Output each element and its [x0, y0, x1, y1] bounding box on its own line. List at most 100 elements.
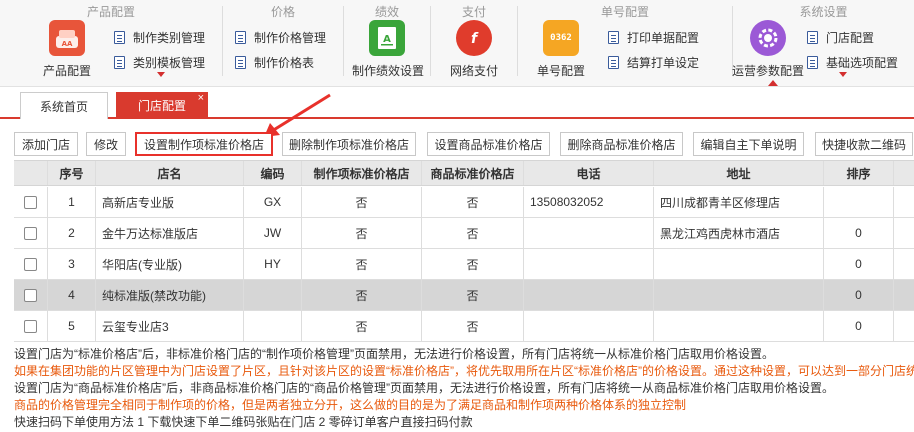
cell-goods-std: 否	[422, 311, 524, 341]
cell-goods-std: 否	[422, 249, 524, 279]
table-row[interactable]: 3 华阳店(专业版) HY 否否 0	[14, 249, 914, 280]
cell-no: 4	[48, 280, 96, 310]
tab-store-config[interactable]: 门店配置 ×	[116, 92, 208, 119]
cell-phone	[524, 218, 654, 248]
checkout-print-setting-button[interactable]: 结算打单设定	[608, 53, 699, 71]
ribbon-group-title: 支付	[461, 5, 486, 19]
column-header-code: 编码	[244, 161, 302, 185]
cell-make-std: 否	[302, 218, 422, 248]
column-header-goods-std: 商品标准价格店	[422, 161, 524, 185]
cell-sort: 0	[824, 249, 894, 279]
cell-code	[244, 311, 302, 341]
cell-code: GX	[244, 187, 302, 217]
cell-sort	[824, 187, 894, 217]
document-icon	[807, 30, 818, 44]
table-row[interactable]: 2 金牛万达标准版店 JW 否否黑龙江鸡西虎林市酒店 0	[14, 218, 914, 249]
quick-pay-qrcode-button[interactable]: 快捷收款二维码	[815, 132, 913, 156]
cell-code: JW	[244, 218, 302, 248]
chevron-down-icon[interactable]	[157, 72, 165, 77]
ribbon-group-price: 价格 制作价格管理 制作价格表	[223, 0, 343, 82]
online-payment-button[interactable]: f 网络支付	[439, 20, 509, 79]
ribbon-group-title: 系统设置	[799, 5, 848, 19]
cell-name: 高新店专业版	[96, 187, 244, 217]
make-category-button[interactable]: 制作类别管理	[114, 28, 205, 46]
table-header: 序号 店名 编码 制作项标准价格店 商品标准价格店 电话 地址 排序	[14, 160, 914, 186]
store-config-button[interactable]: 门店配置	[807, 28, 874, 46]
performance-setting-button[interactable]: A 制作绩效设置	[352, 20, 424, 79]
cell-goods-std: 否	[422, 280, 524, 310]
order-number-config-button[interactable]: 0362 单号配置	[526, 20, 596, 79]
make-category-label: 制作类别管理	[133, 30, 206, 45]
delete-make-std-price-store-button[interactable]: 删除制作项标准价格店	[282, 132, 416, 156]
print-receipt-config-button[interactable]: 打印单据配置	[608, 28, 699, 46]
cell-phone	[524, 311, 654, 341]
cell-make-std: 否	[302, 280, 422, 310]
cell-name: 纯标准版(禁改功能)	[96, 280, 244, 310]
product-config-label: 产品配置	[42, 64, 91, 78]
edit-button[interactable]: 修改	[86, 132, 126, 156]
row-checkbox[interactable]	[24, 288, 37, 302]
row-checkbox-cell	[14, 280, 48, 310]
cell-sort: 0	[824, 280, 894, 310]
row-checkbox[interactable]	[24, 257, 37, 271]
table-row[interactable]: 5 云玺专业店3 否否 0	[14, 311, 914, 342]
row-checkbox[interactable]	[24, 226, 37, 240]
checkbox-column-header	[14, 161, 48, 185]
document-icon	[114, 30, 125, 44]
set-goods-std-price-store-button[interactable]: 设置商品标准价格店	[427, 132, 550, 156]
tab-system-home[interactable]: 系统首页	[20, 92, 108, 119]
cell-no: 3	[48, 249, 96, 279]
row-checkbox-cell	[14, 249, 48, 279]
tab-label: 门店配置	[137, 99, 186, 113]
category-template-button[interactable]: 类别模板管理	[114, 53, 205, 71]
note-line: 设置门店为“标准价格店”后，非标准价格门店的“制作项价格管理”页面禁用，无法进行…	[14, 347, 774, 361]
delete-goods-std-price-store-button[interactable]: 删除商品标准价格店	[560, 132, 683, 156]
ribbon-group-order-number: 单号配置 0362 单号配置 打印单据配置 结算打单设定	[518, 0, 732, 82]
ribbon-toolbar: 产品配置 AA 产品配置 制作类别管理 类别模板管理 价格 制作价格管理 制作价…	[0, 0, 914, 87]
make-price-table-button[interactable]: 制作价格表	[235, 53, 314, 71]
cell-address	[654, 311, 824, 341]
row-checkbox-cell	[14, 218, 48, 248]
chevron-down-icon[interactable]	[839, 72, 847, 77]
edit-self-order-note-button[interactable]: 编辑自主下单说明	[693, 132, 804, 156]
payment-icon: f	[456, 20, 492, 56]
product-config-button[interactable]: AA 产品配置	[32, 20, 102, 79]
cell-extra	[894, 187, 914, 217]
table-row[interactable]: 1 高新店专业版 GX 否否 13508032052 四川成都青羊区修理店	[14, 187, 914, 218]
ribbon-group-product: 产品配置 AA 产品配置 制作类别管理 类别模板管理	[0, 0, 222, 82]
make-price-manage-label: 制作价格管理	[254, 30, 327, 45]
order-number-icon: 0362	[543, 20, 579, 56]
svg-text:AA: AA	[62, 40, 73, 48]
cell-no: 5	[48, 311, 96, 341]
cell-name: 云玺专业店3	[96, 311, 244, 341]
basic-option-config-button[interactable]: 基础选项配置	[807, 53, 898, 71]
ribbon-group-title: 绩效	[374, 5, 399, 19]
row-checkbox-cell	[14, 187, 48, 217]
cell-goods-std: 否	[422, 187, 524, 217]
document-icon	[235, 30, 246, 44]
column-header-make-std: 制作项标准价格店	[302, 161, 422, 185]
note-line: 设置门店为“商品标准价格店”后，非商品标准价格门店的“商品价格管理”页面禁用，无…	[14, 381, 834, 395]
chevron-up-icon[interactable]	[768, 80, 778, 86]
row-checkbox-cell	[14, 311, 48, 341]
table-row[interactable]: 4 纯标准版(禁改功能) 否否 0	[14, 280, 914, 311]
document-icon	[807, 55, 818, 69]
ribbon-group-payment: 支付 f 网络支付	[431, 0, 517, 82]
close-icon[interactable]: ×	[198, 93, 204, 104]
row-checkbox[interactable]	[24, 319, 37, 333]
make-price-manage-button[interactable]: 制作价格管理	[235, 28, 326, 46]
cell-address	[654, 280, 824, 310]
tab-bar: 系统首页 门店配置 ×	[0, 88, 914, 119]
set-make-std-price-store-button[interactable]: 设置制作项标准价格店	[135, 132, 273, 156]
document-icon	[608, 30, 619, 44]
ribbon-group-performance: 绩效 A 制作绩效设置	[344, 0, 430, 82]
cell-make-std: 否	[302, 249, 422, 279]
ops-param-config-button[interactable]: 运营参数配置	[725, 20, 811, 79]
cell-extra	[894, 218, 914, 248]
help-notes: 设置门店为“标准价格店”后，非标准价格门店的“制作项价格管理”页面禁用，无法进行…	[14, 346, 914, 431]
add-store-button[interactable]: 添加门店	[14, 132, 78, 156]
row-checkbox[interactable]	[24, 195, 37, 209]
column-header-name: 店名	[96, 161, 244, 185]
cell-code: HY	[244, 249, 302, 279]
cell-no: 1	[48, 187, 96, 217]
